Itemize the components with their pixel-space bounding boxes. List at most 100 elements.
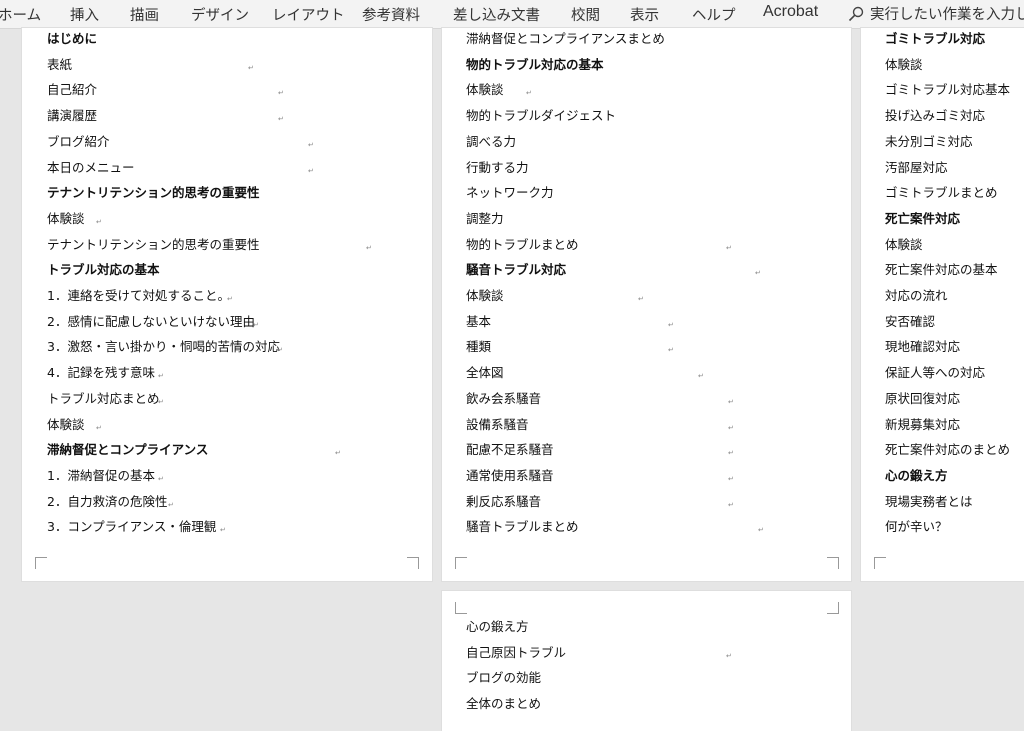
paragraph-line: 現場実務者とは: [885, 493, 973, 509]
document-page-1[interactable]: はじめに表紙 ↵ 自己紹介 ↵ 講演履歴 ↵ ブログ紹介 ↵ 本日のメニュー ↵ テナントリテンショ…: [22, 28, 432, 581]
margin-corner-mark: [874, 557, 886, 569]
paragraph-mark-icon: ↵: [335, 449, 341, 458]
paragraph-mark-icon: ↵: [277, 346, 283, 355]
paragraph-line: 講演履歴: [47, 108, 98, 124]
paragraph-line: 全体図: [466, 365, 504, 381]
document-page-3[interactable]: ゴミトラブル対応 体験談 ゴミトラブル対応基本 投げ込みゴミ対応 未分別ゴミ対応 汚部屋対…: [861, 28, 1024, 581]
paragraph-line: 投げ込みゴミ対応: [885, 108, 986, 124]
paragraph-line: 保証人等への対応: [885, 365, 986, 381]
paragraph-mark-icon: ↵: [158, 397, 164, 406]
paragraph-mark-icon: ↵: [758, 526, 764, 535]
paragraph-line: 表紙: [47, 56, 73, 72]
paragraph-mark-icon: ↵: [726, 651, 732, 660]
tell-me-search[interactable]: 実行したい作業を入力し: [848, 3, 1024, 24]
section-heading: 騒音トラブル対応: [466, 262, 567, 278]
paragraph-line: 死亡案件対応の基本: [885, 262, 998, 278]
paragraph-mark-icon: ↵: [96, 217, 102, 226]
paragraph-line: 3．激怒・言い掛かり・恫喝的苦情の対応: [47, 339, 280, 355]
paragraph-line: 1．滞納督促の基本: [47, 467, 155, 483]
tab-layout[interactable]: レイアウト: [272, 4, 345, 25]
margin-corner-mark: [455, 602, 467, 614]
paragraph-line: 体験談: [47, 210, 85, 226]
paragraph-mark-icon: ↵: [278, 89, 284, 98]
tab-insert[interactable]: 挿入: [70, 4, 99, 25]
paragraph-line: 配慮不足系騒音: [466, 442, 554, 458]
tab-help[interactable]: ヘルプ: [692, 4, 736, 25]
paragraph-line: 飲み会系騒音: [466, 390, 542, 406]
section-heading: ゴミトラブル対応: [885, 31, 986, 46]
document-page-4[interactable]: 心の鍛え方 自己原因トラブル ↵ ブログの効能 全体のまとめ: [442, 591, 851, 731]
paragraph-line: 物的トラブルまとめ: [466, 236, 579, 252]
paragraph-line: ブログの効能: [466, 670, 542, 686]
paragraph-line: 基本: [466, 313, 492, 329]
section-heading: 心の鍛え方: [885, 467, 948, 483]
paragraph-line: 自己原因トラブル: [466, 644, 567, 660]
paragraph-line: 体験談: [885, 56, 923, 72]
paragraph-mark-icon: ↵: [168, 500, 174, 509]
paragraph-line: 自己紹介: [47, 82, 98, 98]
paragraph-mark-icon: ↵: [366, 243, 372, 252]
paragraph-mark-icon: ↵: [278, 115, 284, 124]
paragraph-line: 死亡案件対応のまとめ: [885, 442, 1011, 458]
paragraph-mark-icon: ↵: [227, 295, 233, 303]
paragraph-line: 本日のメニュー: [47, 159, 135, 175]
paragraph-line: 剰反応系騒音: [466, 493, 542, 509]
paragraph-line: 3．コンプライアンス・倫理観: [47, 519, 217, 535]
paragraph-line: 安否確認: [885, 313, 936, 329]
paragraph-line: テナントリテンション的思考の重要性: [47, 236, 260, 252]
ribbon-tab-bar: ホーム 挿入 描画 デザイン レイアウト 参考資料 差し込み文書 校閲 表示 ヘ…: [0, 0, 1024, 29]
section-heading: テナントリテンション的思考の重要性: [47, 185, 260, 201]
section-heading: トラブル対応の基本: [47, 262, 160, 278]
margin-corner-mark: [455, 557, 467, 569]
margin-corner-mark: [35, 557, 47, 569]
tab-mailings[interactable]: 差し込み文書: [453, 4, 540, 25]
paragraph-line: 現地確認対応: [885, 339, 961, 355]
paragraph-line: 体験談: [466, 82, 504, 98]
paragraph-mark-icon: ↵: [698, 372, 704, 381]
paragraph-mark-icon: ↵: [96, 423, 102, 432]
tab-draw[interactable]: 描画: [130, 4, 159, 25]
paragraph-line: ゴミトラブルまとめ: [885, 185, 998, 201]
paragraph-line: 調べる力: [466, 133, 517, 149]
paragraph-line: 全体のまとめ: [466, 696, 542, 712]
paragraph-line: ネットワーク力: [466, 185, 554, 201]
document-page-2[interactable]: 滞納督促とコンプライアンスまとめ 物的トラブル対応の基本 体験談 ↵ 物的トラブルダイジ…: [442, 28, 851, 581]
paragraph-line: 2．自力救済の危険性: [47, 493, 168, 509]
margin-corner-mark: [407, 557, 419, 569]
tab-home[interactable]: ホーム: [0, 4, 41, 25]
tab-references[interactable]: 参考資料: [362, 4, 420, 25]
margin-corner-mark: [827, 557, 839, 569]
paragraph-line: 1．連絡を受けて対処すること。: [47, 288, 230, 303]
paragraph-line: 体験談: [885, 236, 923, 252]
paragraph-line: 2．感情に配慮しないといけない理由: [47, 313, 255, 329]
paragraph-line: 未分別ゴミ対応: [885, 133, 973, 149]
paragraph-mark-icon: ↵: [728, 423, 734, 432]
paragraph-mark-icon: ↵: [668, 320, 674, 329]
paragraph-line: 調整力: [466, 210, 504, 226]
paragraph-mark-icon: ↵: [526, 89, 532, 98]
paragraph-line: 種類: [466, 339, 492, 355]
paragraph-mark-icon: ↵: [755, 269, 761, 278]
paragraph-line: 対応の流れ: [885, 288, 948, 303]
paragraph-mark-icon: ↵: [253, 320, 259, 329]
paragraph-line: 原状回復対応: [885, 390, 961, 406]
paragraph-line: 体験談: [47, 416, 85, 432]
tab-design[interactable]: デザイン: [191, 4, 249, 25]
paragraph-line: 体験談: [466, 288, 504, 303]
paragraph-mark-icon: ↵: [728, 397, 734, 406]
section-heading: 物的トラブル対応の基本: [466, 56, 604, 72]
tab-acrobat[interactable]: Acrobat: [763, 3, 818, 21]
paragraph-line: ブログ紹介: [47, 133, 110, 149]
tab-view[interactable]: 表示: [630, 4, 659, 25]
tab-review[interactable]: 校閲: [571, 4, 600, 25]
paragraph-mark-icon: ↵: [638, 295, 644, 303]
paragraph-line: 4．記録を残す意味: [47, 365, 155, 381]
paragraph-mark-icon: ↵: [728, 474, 734, 483]
section-heading: 死亡案件対応: [885, 210, 961, 226]
section-heading: はじめに: [47, 31, 98, 46]
paragraph-line: 新規募集対応: [885, 416, 961, 432]
paragraph-mark-icon: ↵: [726, 243, 732, 252]
paragraph-mark-icon: ↵: [668, 346, 674, 355]
paragraph-line: 滞納督促とコンプライアンスまとめ: [466, 31, 665, 46]
paragraph-mark-icon: ↵: [308, 166, 314, 175]
